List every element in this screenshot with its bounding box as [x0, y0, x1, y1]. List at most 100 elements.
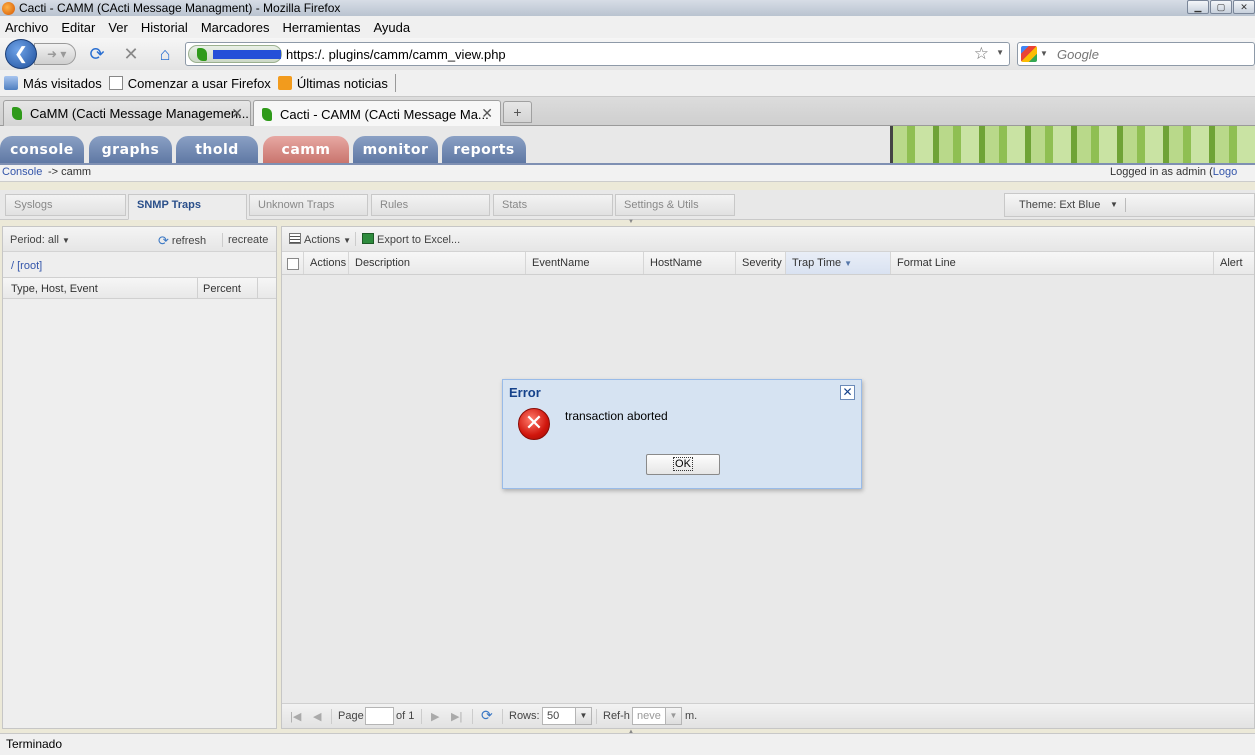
rows-label: Rows:	[509, 710, 540, 722]
collapse-arrow-icon[interactable]: ▼	[628, 219, 634, 225]
previous-page-icon[interactable]: ◀	[313, 710, 321, 723]
reload-icon[interactable]: ⟳	[86, 43, 108, 65]
cacti-tab-reports[interactable]: reports	[442, 136, 526, 164]
minimize-button[interactable]: ▁	[1187, 0, 1209, 14]
theme-selector[interactable]: Theme: Ext Blue ▼	[1004, 193, 1255, 217]
breadcrumb-current: -> camm	[48, 166, 92, 178]
ok-button[interactable]: OK	[646, 454, 720, 475]
tab-stats[interactable]: Stats	[493, 194, 613, 216]
menu-marcadores[interactable]: Marcadores	[201, 20, 270, 35]
browser-tabstrip: CaMM (Cacti Message Managemen... ✕ Cacti…	[0, 97, 1255, 127]
menu-editar[interactable]: Editar	[61, 20, 95, 35]
tree-root-link[interactable]: / [root]	[11, 260, 42, 272]
bookmark-most-visited[interactable]: Más visitados	[4, 76, 102, 91]
refresh-grid-icon[interactable]: ⟳	[481, 707, 493, 724]
column-type-host-event[interactable]: Type, Host, Event	[11, 283, 98, 295]
menu-historial[interactable]: Historial	[141, 20, 188, 35]
new-tab-button[interactable]: +	[503, 101, 532, 123]
column-severity[interactable]: Severity	[736, 252, 786, 274]
page-number-input[interactable]	[365, 707, 394, 725]
breadcrumb-console-link[interactable]: Console	[2, 166, 42, 178]
logout-link[interactable]: Logo	[1213, 166, 1237, 178]
excel-icon	[362, 233, 374, 244]
toolbar-separator	[222, 233, 223, 247]
column-separator	[197, 278, 198, 299]
theme-label: Theme: Ext Blue	[1019, 199, 1101, 211]
close-tab-icon[interactable]: ✕	[231, 105, 243, 122]
error-icon: ✕	[518, 408, 550, 440]
next-page-icon[interactable]: ▶	[431, 710, 439, 723]
ok-label: OK	[673, 457, 693, 471]
search-placeholder[interactable]: Google	[1057, 47, 1099, 62]
bookmark-star-icon[interactable]: ☆	[974, 44, 989, 64]
browser-tab-cacti-camm[interactable]: Cacti - CAMM (CActi Message Ma... ✕	[253, 100, 501, 127]
tab-snmp-traps[interactable]: SNMP Traps	[128, 194, 247, 220]
bookmark-latest-news[interactable]: Últimas noticias	[277, 76, 388, 91]
cacti-leaf-icon	[197, 48, 207, 61]
window-controls: ▁ ▢ ✕	[1186, 0, 1255, 14]
cacti-tab-camm[interactable]: camm	[263, 136, 349, 164]
refresh-interval-label: Ref-h	[603, 710, 630, 722]
back-button[interactable]: ❮	[5, 39, 37, 69]
address-bar[interactable]: https:/. plugins/camm/camm_view.php ☆ ▼	[185, 42, 1010, 66]
site-identity-badge[interactable]	[188, 45, 282, 63]
menu-ver[interactable]: Ver	[108, 20, 128, 35]
refresh-button[interactable]: ⟳ refresh	[158, 233, 206, 249]
last-page-icon[interactable]: ▶|	[451, 710, 462, 723]
back-arrow-icon: ❮	[13, 44, 29, 63]
close-tab-icon[interactable]: ✕	[481, 105, 493, 122]
camm-tabbar: Syslogs SNMP Traps Unknown Traps Rules S…	[0, 190, 1255, 220]
forward-button[interactable]: ➜ ▾	[34, 43, 76, 65]
cacti-tab-console[interactable]: console	[0, 136, 84, 164]
column-eventname[interactable]: EventName	[526, 252, 644, 274]
column-format-line[interactable]: Format Line	[891, 252, 1214, 274]
tab-syslogs[interactable]: Syslogs	[5, 194, 126, 216]
refresh-interval-select[interactable]: neve ▼	[632, 707, 682, 725]
actions-menu-button[interactable]: Actions ▼	[289, 233, 351, 246]
column-hostname[interactable]: HostName	[644, 252, 736, 274]
menu-herramientas[interactable]: Herramientas	[282, 20, 360, 35]
login-text: Logged in as admin (	[1110, 166, 1213, 178]
tab-rules[interactable]: Rules	[371, 194, 490, 216]
menu-ayuda[interactable]: Ayuda	[373, 20, 410, 35]
cacti-tab-graphs[interactable]: graphs	[89, 136, 172, 164]
close-icon[interactable]: ✕	[840, 385, 855, 400]
theme-separator	[1125, 198, 1126, 212]
rows-select[interactable]: 50 ▼	[542, 707, 592, 725]
column-description[interactable]: Description	[349, 252, 526, 274]
stop-icon[interactable]: ✕	[120, 43, 142, 65]
first-page-icon[interactable]: |◀	[290, 710, 301, 723]
url-dropdown-icon[interactable]: ▼	[996, 48, 1004, 57]
forward-arrow-icon: ➜	[47, 47, 58, 61]
toolbar-separator	[421, 709, 422, 724]
cacti-leaf-icon	[12, 107, 22, 120]
tree-toolbar: Period: all ▼ ⟳ refresh recreate	[3, 227, 276, 252]
tab-settings-utils[interactable]: Settings & Utils	[615, 194, 735, 216]
column-actions[interactable]: Actions	[304, 252, 349, 274]
cacti-tab-monitor[interactable]: monitor	[353, 136, 438, 164]
browser-tab-camm[interactable]: CaMM (Cacti Message Managemen... ✕	[3, 100, 251, 126]
column-alert[interactable]: Alert	[1214, 252, 1254, 274]
home-icon[interactable]: ⌂	[154, 43, 176, 65]
cacti-tab-thold[interactable]: thold	[176, 136, 258, 164]
bookmark-getting-started[interactable]: Comenzar a usar Firefox	[108, 76, 271, 91]
search-bar[interactable]: ▼ Google	[1017, 42, 1255, 66]
toolbar-separator	[331, 709, 332, 724]
google-icon[interactable]	[1021, 46, 1037, 62]
export-excel-button[interactable]: Export to Excel...	[362, 233, 460, 246]
close-window-button[interactable]: ✕	[1233, 0, 1255, 14]
column-trap-time[interactable]: Trap Time ▼	[786, 252, 891, 274]
maximize-button[interactable]: ▢	[1210, 0, 1232, 14]
column-label: Trap Time	[792, 257, 842, 269]
tab-unknown-traps[interactable]: Unknown Traps	[249, 194, 368, 216]
column-percent[interactable]: Percent	[203, 283, 241, 295]
url-text[interactable]: https:/. plugins/camm/camm_view.php	[286, 47, 506, 62]
page-label: Page	[338, 710, 364, 722]
select-all-checkbox[interactable]	[287, 258, 299, 270]
period-dropdown[interactable]: Period: all ▼	[10, 234, 70, 246]
search-engine-dropdown-icon[interactable]: ▼	[1040, 49, 1048, 58]
bookmarks-toolbar: Más visitados Comenzar a usar Firefox Úl…	[0, 70, 1255, 97]
recreate-button[interactable]: recreate	[228, 234, 268, 246]
menu-archivo[interactable]: Archivo	[5, 20, 48, 35]
chevron-down-icon: ▼	[343, 236, 352, 245]
